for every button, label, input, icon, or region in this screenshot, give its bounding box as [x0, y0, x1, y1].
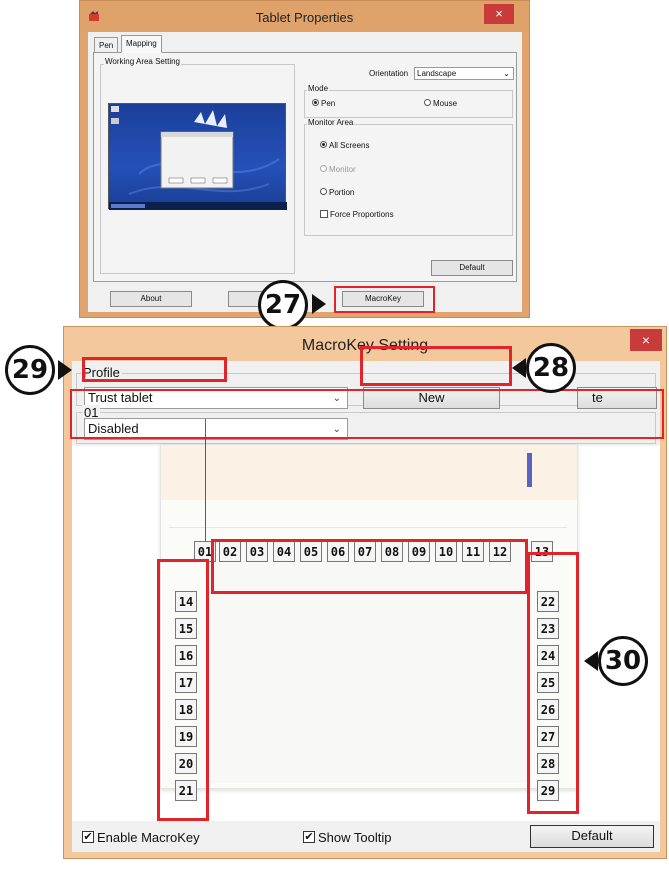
- close-icon: ×: [495, 6, 503, 21]
- working-area-label: Working Area Setting: [104, 57, 182, 66]
- callout-29: 29: [5, 345, 55, 395]
- radio-selected-icon: [312, 99, 319, 107]
- orientation-select[interactable]: Landscape ⌄: [414, 67, 514, 80]
- orientation-value: Landscape: [417, 69, 457, 78]
- tab-mapping[interactable]: Mapping: [121, 35, 162, 53]
- macrokey-bottom-bar: ✔ Enable MacroKey ✔ Show Tooltip Default: [72, 821, 660, 852]
- radio-disabled-icon: [320, 165, 327, 173]
- about-button[interactable]: About: [110, 291, 192, 307]
- left-keys-highlight: [157, 559, 209, 821]
- radio-icon: [320, 188, 327, 196]
- macrokey-highlight: [334, 286, 435, 313]
- tablet-properties-window: Tablet Properties × Pen Mapping Working …: [79, 0, 530, 318]
- monitor-label: Monitor: [329, 165, 356, 174]
- portion-label: Portion: [329, 188, 355, 197]
- profile-select-highlight: [82, 357, 227, 382]
- new-button-highlight: [360, 346, 512, 386]
- app-icon: [89, 11, 99, 21]
- checkbox-checked-icon: ✔: [303, 830, 315, 843]
- default-button[interactable]: Default: [431, 260, 513, 276]
- orientation-label: Orientation: [369, 69, 409, 78]
- checkbox-checked-icon: ✔: [82, 830, 94, 843]
- all-screens-label: All Screens: [329, 141, 370, 150]
- macrokey-default-button[interactable]: Default: [530, 825, 654, 848]
- show-tooltip-checkbox[interactable]: ✔ Show Tooltip: [303, 829, 391, 847]
- tablet-indicator-light: [527, 453, 532, 487]
- tablet-top-bar: [161, 445, 577, 500]
- monitor-radio: Monitor: [320, 165, 356, 174]
- tablet-graphic: [160, 444, 578, 789]
- key-action-highlight: [70, 389, 664, 439]
- enable-macrokey-label: Enable MacroKey: [97, 830, 200, 845]
- chevron-down-icon: ⌄: [503, 69, 510, 78]
- desktop-preview-image: [109, 106, 287, 210]
- tablet-properties-body: Pen Mapping Working Area Setting Orienta…: [88, 32, 522, 312]
- close-icon: ×: [641, 332, 651, 348]
- mode-group: [304, 90, 513, 118]
- tablet-properties-title: Tablet Properties: [80, 1, 529, 31]
- callout-27: 27: [258, 280, 308, 330]
- macrokey-close-button[interactable]: ×: [630, 329, 662, 351]
- tab-pen[interactable]: Pen: [94, 37, 119, 53]
- callout-30: 30: [598, 636, 648, 686]
- checkbox-icon: [320, 209, 328, 218]
- tablet-divider: [169, 527, 567, 528]
- mode-pen-label: Pen: [321, 99, 336, 108]
- radio-icon: [424, 99, 431, 107]
- callout-30-arrow: [584, 651, 598, 671]
- mode-label: Mode: [307, 84, 330, 93]
- all-screens-radio[interactable]: All Screens: [320, 141, 369, 150]
- portion-radio[interactable]: Portion: [320, 188, 354, 197]
- callout-27-arrow: [312, 294, 326, 314]
- working-area-preview[interactable]: [108, 103, 287, 210]
- callout-28-arrow: [512, 358, 526, 378]
- force-proportions-checkbox[interactable]: Force Proportions: [320, 209, 394, 219]
- force-proportions-label: Force Proportions: [330, 210, 394, 219]
- callout-29-arrow: [58, 360, 72, 380]
- right-keys-highlight: [527, 552, 579, 814]
- monitor-area-label: Monitor Area: [307, 118, 355, 127]
- top-keys-highlight: [211, 539, 528, 594]
- radio-selected-icon: [320, 141, 327, 149]
- close-button[interactable]: ×: [484, 4, 514, 24]
- mode-mouse-radio[interactable]: Mouse: [424, 99, 457, 108]
- mode-mouse-label: Mouse: [433, 99, 458, 108]
- mapping-panel: Working Area Setting Orientation Landsca…: [93, 52, 517, 282]
- enable-macrokey-checkbox[interactable]: ✔ Enable MacroKey: [82, 829, 200, 847]
- mode-pen-radio[interactable]: Pen: [312, 99, 335, 108]
- callout-28: 28: [526, 343, 576, 393]
- show-tooltip-label: Show Tooltip: [318, 830, 392, 845]
